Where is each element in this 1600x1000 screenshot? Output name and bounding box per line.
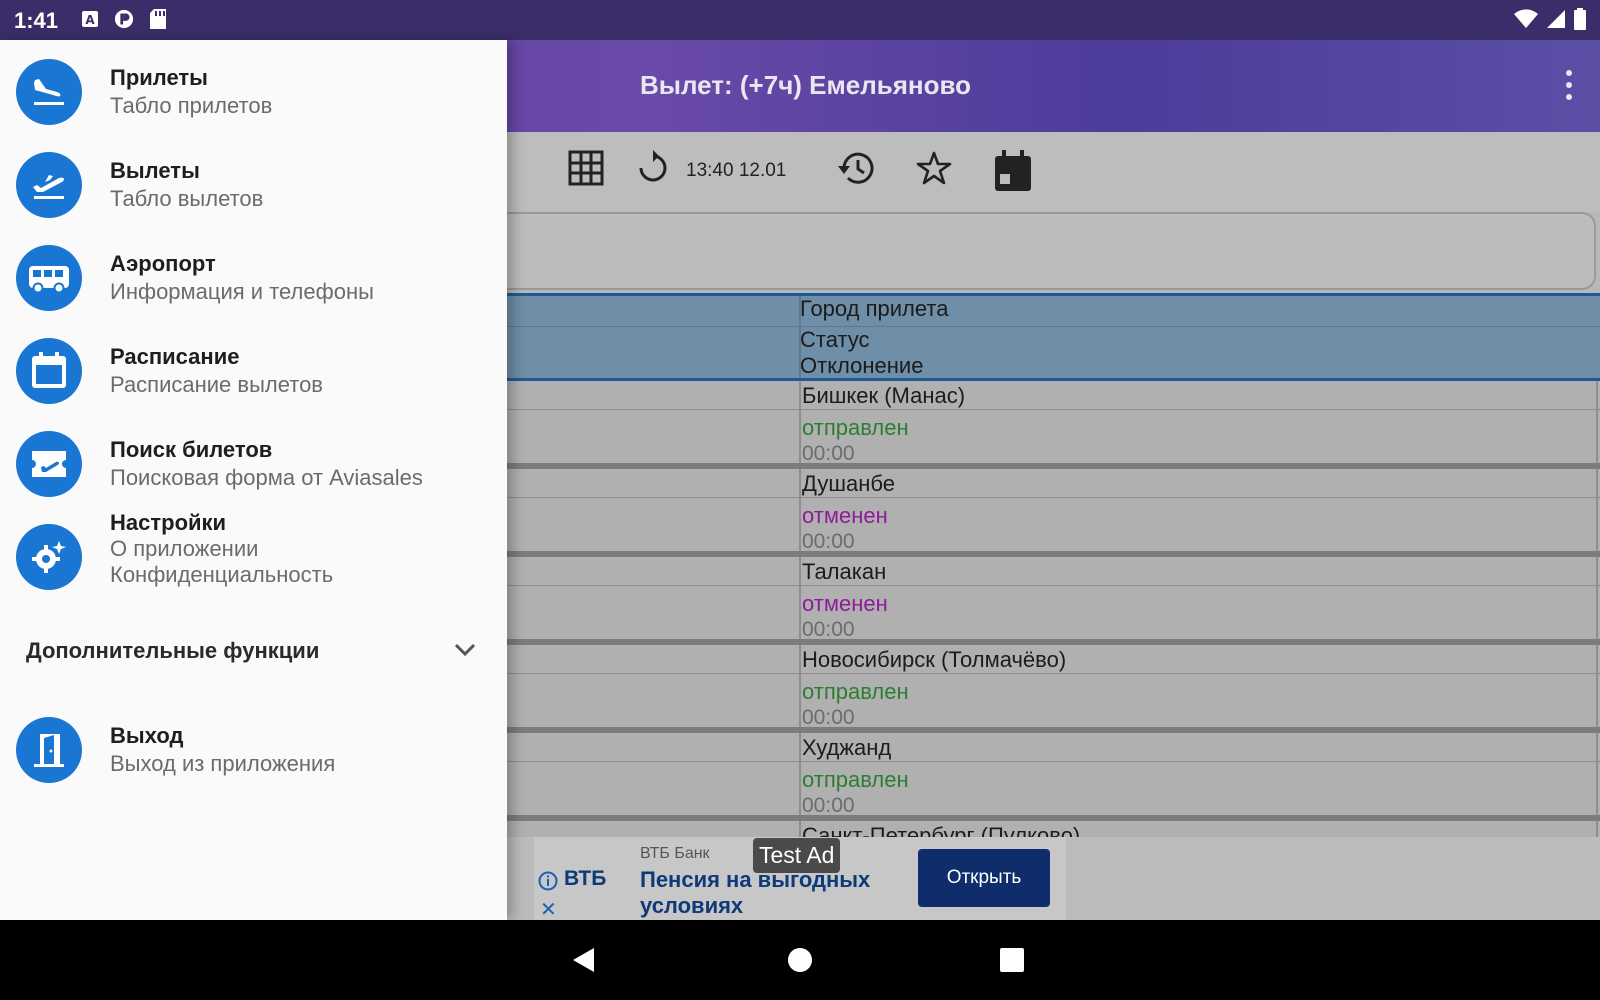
drawer-item-schedule[interactable]: Расписание Расписание вылетов (0, 326, 507, 416)
refresh-icon[interactable] (636, 150, 670, 186)
status-bar: 1:41 A (0, 0, 1600, 40)
deviation-value: 00:00 (802, 530, 855, 553)
extra-functions-section[interactable]: Дополнительные функции (26, 638, 476, 672)
flight-status: отменен (802, 503, 888, 528)
header-deviation: Отклонение (800, 353, 924, 378)
ad-headline[interactable]: Пенсия на выгодных условиях (640, 867, 900, 919)
drawer-item-subtitle: Табло вылетов (110, 186, 264, 211)
destination-city: Худжанд (802, 735, 892, 760)
ticket-icon (16, 431, 82, 497)
drawer-item-arrivals[interactable]: Прилеты Табло прилетов (0, 47, 507, 137)
info-icon[interactable] (538, 871, 558, 891)
a-icon: A (80, 8, 100, 30)
ad-advertiser: ВТБ Банк (640, 845, 710, 862)
plane-takeoff-icon (16, 152, 82, 218)
drawer-item-title: Расписание (110, 344, 240, 369)
recents-icon[interactable] (994, 942, 1030, 978)
section-label: Дополнительные функции (26, 638, 320, 663)
calendar-icon[interactable] (994, 150, 1032, 192)
bus-icon (16, 245, 82, 311)
vtb-logo: ВТБ (564, 867, 607, 890)
system-nav-bar (0, 920, 1600, 1000)
drawer-item-title: Вылеты (110, 158, 200, 183)
header-city: Город прилета (800, 296, 949, 321)
test-ad-badge: Test Ad (753, 838, 841, 873)
drawer-item-title: Аэропорт (110, 251, 216, 276)
drawer-item-subtitle-privacy: Конфиденциальность (110, 562, 334, 587)
deviation-value: 00:00 (802, 706, 855, 729)
ad-open-button[interactable]: Открыть (918, 849, 1050, 907)
exit-door-icon (16, 717, 82, 783)
navigation-drawer: Прилеты Табло прилетов Вылеты Табло выле… (0, 40, 507, 920)
wifi-icon (1514, 9, 1538, 34)
star-icon[interactable] (916, 150, 952, 186)
status-time: 1:41 (14, 8, 59, 33)
svg-text:A: A (85, 13, 95, 27)
calendar-icon (16, 338, 82, 404)
drawer-item-title: Прилеты (110, 65, 208, 90)
drawer-item-departures[interactable]: Вылеты Табло вылетов (0, 140, 507, 230)
status-notification-icons: A (80, 8, 168, 30)
drawer-item-subtitle: Выход из приложения (110, 751, 336, 776)
grid-icon[interactable] (568, 150, 604, 186)
drawer-item-subtitle: Табло прилетов (110, 93, 273, 118)
destination-city: Новосибирск (Толмачёво) (802, 647, 1067, 672)
flight-status: отправлен (802, 679, 909, 704)
deviation-value: 00:00 (802, 794, 855, 817)
back-icon[interactable] (566, 942, 602, 978)
drawer-item-ticket-search[interactable]: Поиск билетов Поисковая форма от Aviasal… (0, 419, 507, 509)
drawer-item-subtitle: Расписание вылетов (110, 372, 323, 397)
more-options-icon[interactable] (1564, 70, 1574, 100)
drawer-item-title: Настройки (110, 510, 227, 535)
battery-icon (1574, 8, 1586, 35)
chevron-down-icon[interactable] (454, 642, 476, 663)
page-title: Вылет: (+7ч) Емельяново (640, 70, 971, 100)
sd-card-icon (148, 8, 168, 30)
update-time: 13:40 12.01 (686, 160, 787, 181)
destination-city: Талакан (802, 559, 887, 584)
deviation-value: 00:00 (802, 618, 855, 641)
signal-icon (1546, 9, 1566, 34)
plane-landing-icon (16, 59, 82, 125)
history-icon[interactable] (836, 150, 874, 186)
drawer-item-subtitle: Поисковая форма от Aviasales (110, 465, 423, 490)
header-status: Статус (800, 327, 870, 352)
status-system-icons (1514, 8, 1586, 35)
destination-city: Душанбе (802, 471, 896, 496)
flight-status: отменен (802, 591, 888, 616)
flight-status: отправлен (802, 415, 909, 440)
destination-city: Бишкек (Манас) (802, 383, 966, 408)
drawer-item-airport[interactable]: Аэропорт Информация и телефоны (0, 233, 507, 323)
drawer-item-title: Выход (110, 723, 184, 748)
ad-close-icon[interactable]: ✕ (540, 897, 557, 920)
settings-icon (16, 524, 82, 590)
drawer-item-title: Поиск билетов (110, 437, 273, 462)
home-icon[interactable] (782, 942, 818, 978)
flight-status: отправлен (802, 767, 909, 792)
deviation-value: 00:00 (802, 442, 855, 465)
drawer-item-subtitle: О приложении (110, 536, 259, 561)
drawer-item-settings[interactable]: Настройки О приложении Конфиденциальност… (0, 510, 507, 625)
drawer-item-subtitle: Информация и телефоны (110, 279, 374, 304)
drawer-item-exit[interactable]: Выход Выход из приложения (0, 705, 507, 795)
p-icon (114, 8, 134, 30)
